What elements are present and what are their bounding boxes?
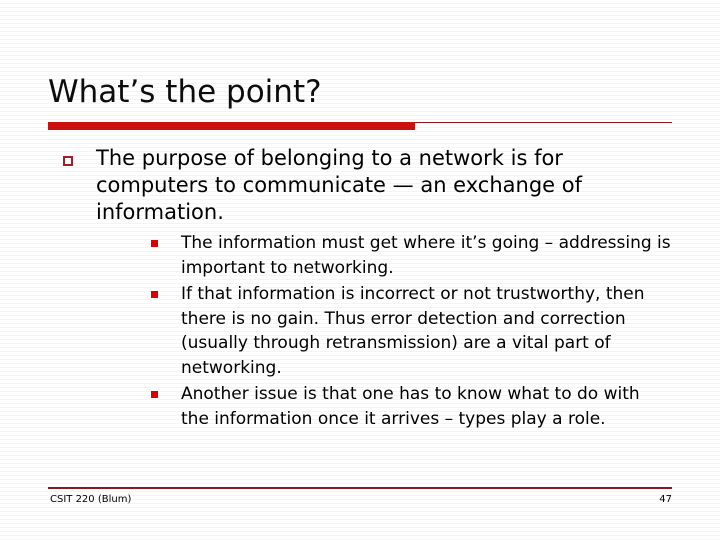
- title-divider: [48, 120, 672, 130]
- footer-divider: [48, 487, 672, 489]
- slide: What’s the point? The purpose of belongi…: [0, 0, 720, 540]
- page-title: What’s the point?: [48, 74, 322, 110]
- list-item-label: Another issue is that one has to know wh…: [181, 384, 640, 429]
- title-divider-thick-bar: [48, 122, 415, 130]
- list-item: The purpose of belonging to a network is…: [48, 145, 672, 431]
- list-item-label: The information must get where it’s goin…: [181, 233, 671, 278]
- list-item: Another issue is that one has to know wh…: [96, 382, 672, 431]
- sub-list: The information must get where it’s goin…: [96, 231, 672, 431]
- slide-content: The purpose of belonging to a network is…: [48, 145, 672, 437]
- list-item: The information must get where it’s goin…: [96, 231, 672, 280]
- title-block: What’s the point?: [48, 72, 672, 112]
- filled-square-icon: [151, 291, 158, 298]
- list-item-label: If that information is incorrect or not …: [181, 284, 645, 378]
- list-item: If that information is incorrect or not …: [96, 282, 672, 380]
- filled-square-icon: [151, 240, 158, 247]
- footer-course-label: CSIT 220 (Blum): [50, 494, 132, 505]
- list-item-label: The purpose of belonging to a network is…: [96, 146, 582, 224]
- hollow-square-icon: [63, 156, 73, 166]
- slide-number: 47: [659, 494, 672, 505]
- filled-square-icon: [151, 391, 158, 398]
